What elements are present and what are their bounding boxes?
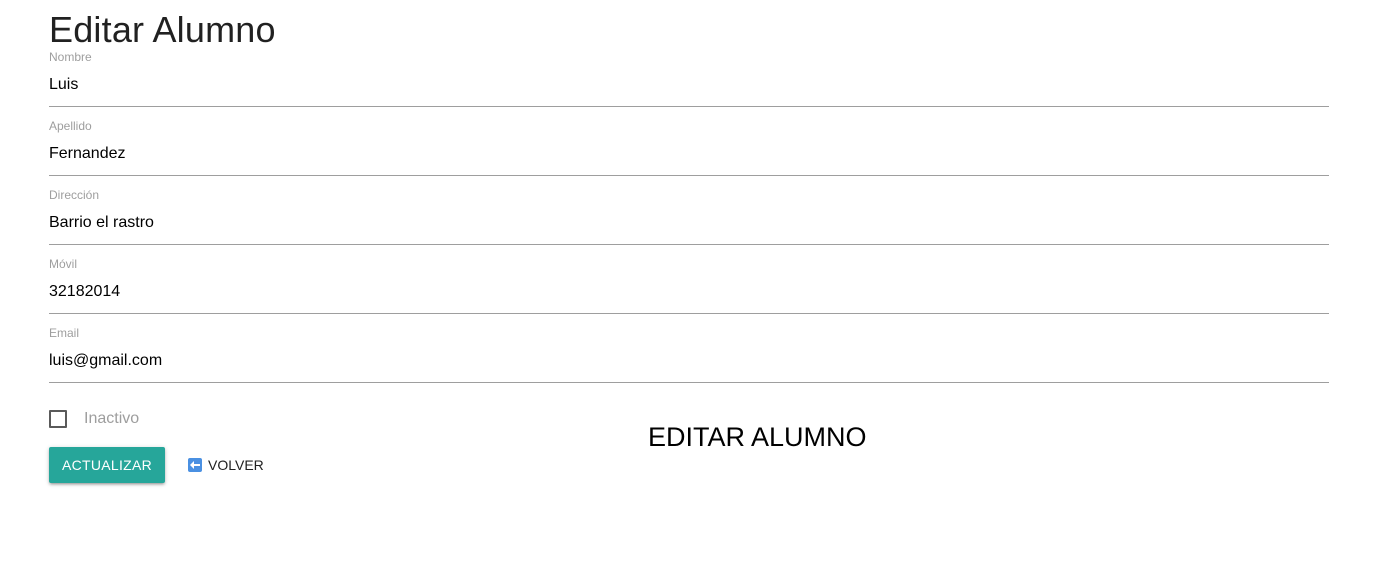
movil-input[interactable] [49, 271, 1329, 314]
field-movil: Móvil [49, 257, 1329, 326]
inactive-checkbox-label[interactable]: Inactivo [84, 410, 139, 428]
field-apellido: Apellido [49, 119, 1329, 188]
inactive-checkbox-row[interactable]: Inactivo [49, 409, 139, 429]
update-button[interactable]: ACTUALIZAR [49, 447, 165, 483]
movil-label: Móvil [49, 257, 78, 271]
nombre-label: Nombre [49, 50, 92, 64]
direccion-label: Dirección [49, 188, 100, 202]
apellido-label: Apellido [49, 119, 92, 133]
back-link[interactable]: VOLVER [188, 456, 264, 474]
arrow-left-icon [188, 458, 202, 472]
apellido-input[interactable] [49, 133, 1329, 176]
email-input[interactable] [49, 340, 1329, 383]
nombre-input[interactable] [49, 64, 1329, 107]
page-title: Editar Alumno [49, 9, 276, 50]
field-nombre: Nombre [49, 50, 1329, 119]
field-email: Email [49, 326, 1329, 395]
email-label: Email [49, 326, 80, 340]
edit-student-page: Editar Alumno Nombre Apellido Dirección … [0, 0, 1396, 563]
center-heading: EDITAR ALUMNO [648, 422, 867, 452]
direccion-input[interactable] [49, 202, 1329, 245]
inactive-checkbox[interactable] [49, 410, 67, 428]
field-direccion: Dirección [49, 188, 1329, 257]
back-link-label: VOLVER [208, 457, 264, 473]
